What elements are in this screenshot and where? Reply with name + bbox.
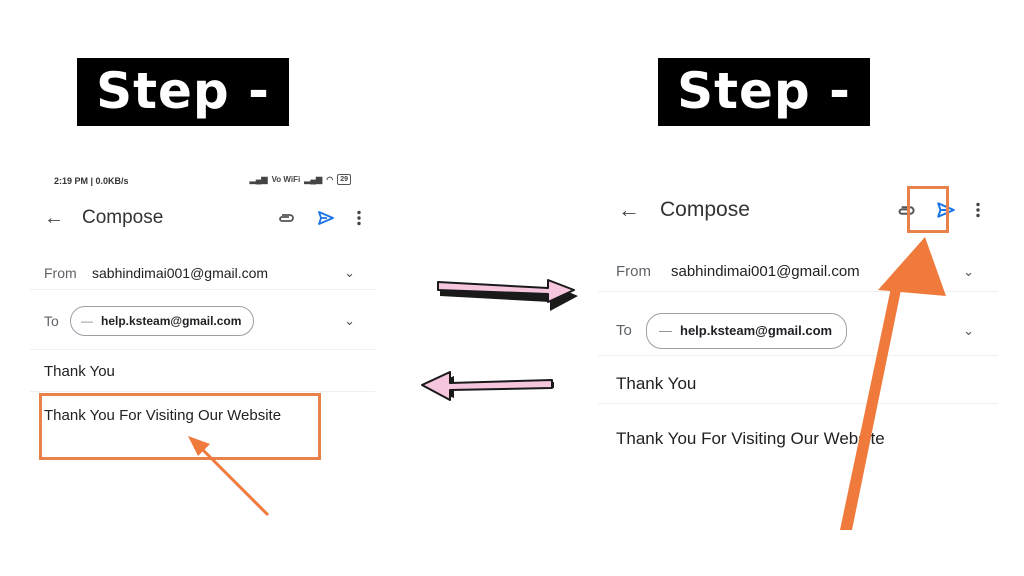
pointer-arrow-step-7 [840,237,946,530]
annotation-overlay [188,237,946,530]
pointer-arrow-step-6 [188,436,270,517]
nav-arrow-right-icon [437,279,578,311]
nav-arrow-left-icon [421,371,554,401]
